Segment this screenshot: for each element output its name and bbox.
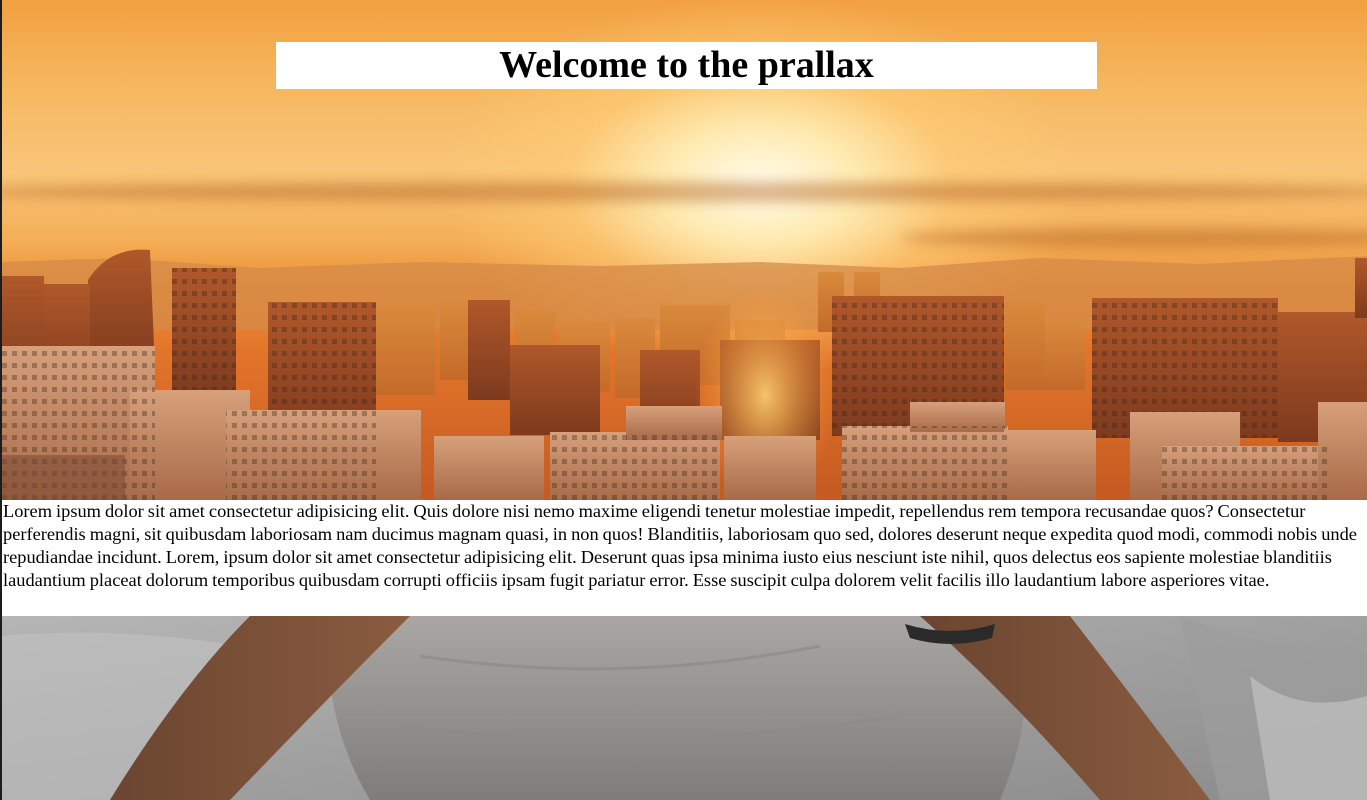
parallax-hero-section: Welcome to the prallax (0, 0, 1367, 500)
page-title: Welcome to the prallax (499, 44, 874, 86)
parallax-bed-section (0, 616, 1367, 800)
person-in-bed-image (0, 616, 1367, 800)
page-left-border (0, 0, 2, 800)
title-banner: Welcome to the prallax (276, 42, 1097, 89)
lorem-paragraph: Lorem ipsum dolor sit amet consectetur a… (3, 501, 1357, 590)
text-section: Lorem ipsum dolor sit amet consectetur a… (0, 500, 1367, 616)
